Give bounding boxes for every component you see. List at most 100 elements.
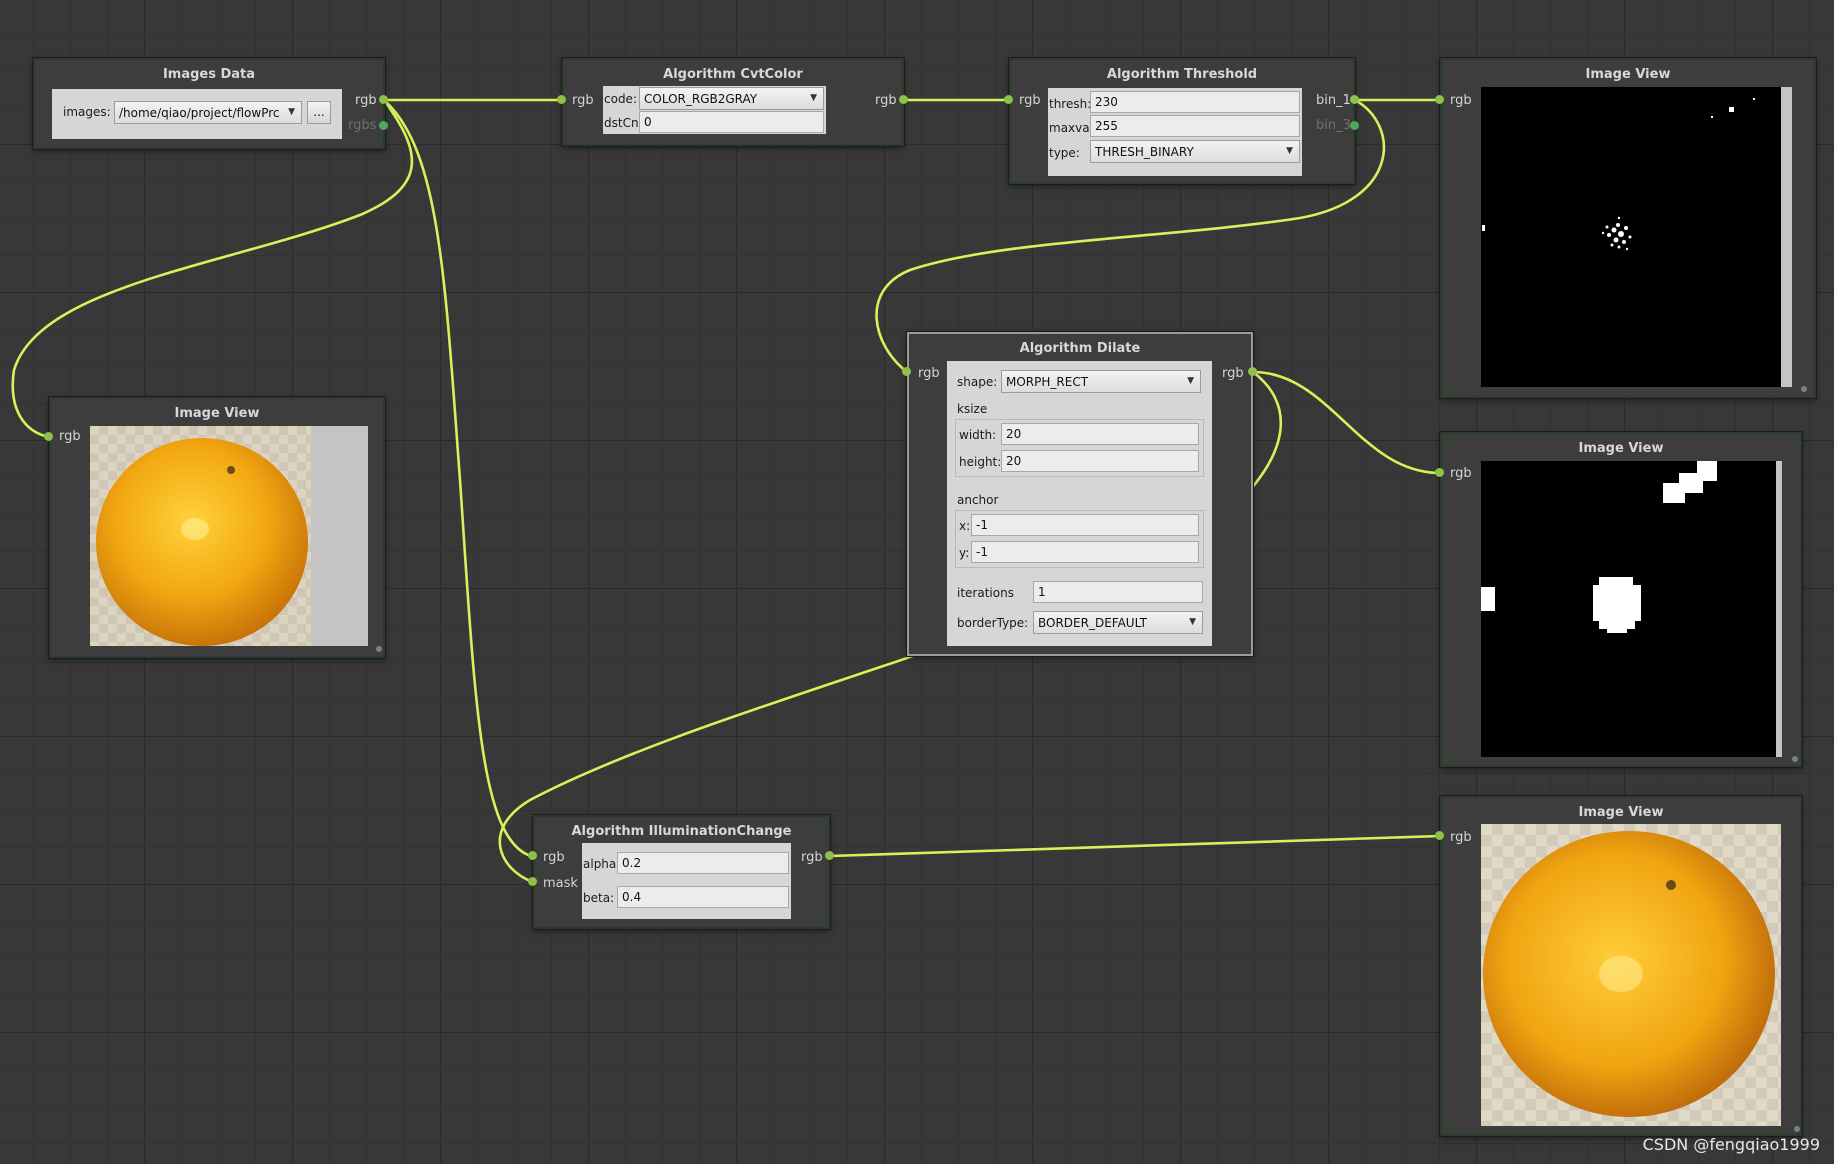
threshold-node[interactable]: Algorithm Threshold rgb bin_1 bin_3 thre… (1009, 58, 1355, 184)
image-view-node-left[interactable]: Image View rgb (49, 397, 385, 658)
image-view-left-rgb-input-port[interactable] (44, 432, 53, 441)
cvtcolor-rgb-input-port[interactable] (557, 95, 566, 104)
resize-grip-icon[interactable] (1794, 1126, 1800, 1132)
illumination-rgb-input-port[interactable] (528, 851, 537, 860)
dilate-result-image (1481, 461, 1717, 633)
node-title: Algorithm Dilate (1019, 341, 1141, 356)
code-label: code: (604, 92, 637, 106)
bordertype-combo[interactable]: BORDER_DEFAULT ▼ (1033, 611, 1203, 634)
width-label: width: (959, 428, 997, 442)
thresh-input[interactable]: 230 (1090, 91, 1300, 113)
port-label-rgb: rgb (355, 93, 377, 108)
dstcn-label: dstCn: (604, 116, 643, 130)
illumination-change-node[interactable]: Algorithm IlluminationChange rgb mask rg… (533, 815, 830, 929)
port-label-bin1: bin_1 (1316, 93, 1351, 108)
alpha-input[interactable]: 0.2 (617, 852, 789, 874)
wire-illumination-to-imageview-bottom[interactable] (828, 834, 1442, 858)
port-label-rgb-in: rgb (572, 93, 594, 108)
dilate-node[interactable]: Algorithm Dilate rgb rgb shape: MORPH_RE… (907, 332, 1253, 656)
anchor-group: x: -1 y: -1 (955, 510, 1204, 568)
maxval-input[interactable]: 255 (1090, 115, 1300, 137)
code-combo[interactable]: COLOR_RGB2GRAY ▼ (639, 87, 824, 110)
cvtcolor-node[interactable]: Algorithm CvtColor rgb rgb code: COLOR_R… (562, 58, 904, 146)
images-data-rgb-output-port[interactable] (379, 95, 388, 104)
images-data-node[interactable]: Images Data images: /home/qiao/project/f… (33, 58, 385, 149)
image-view-middle-rgb-input-port[interactable] (1435, 468, 1444, 477)
type-value: THRESH_BINARY (1095, 145, 1194, 159)
port-label-rgb-out: rgb (875, 93, 897, 108)
height-label: height: (959, 455, 1002, 469)
illumination-result-image (1481, 824, 1781, 1126)
beta-input[interactable]: 0.4 (617, 886, 789, 908)
dilate-rgb-output-port[interactable] (1248, 367, 1257, 376)
threshold-rgb-input-port[interactable] (1004, 95, 1013, 104)
binary-image-display (1481, 87, 1781, 387)
resize-grip-icon[interactable] (376, 646, 382, 652)
shape-combo[interactable]: MORPH_RECT ▼ (1001, 370, 1201, 393)
images-label: images: (63, 105, 111, 119)
wire-images-to-imageview-left[interactable] (11, 98, 414, 439)
type-combo[interactable]: THRESH_BINARY ▼ (1090, 140, 1300, 163)
node-title: Image View (1585, 67, 1671, 82)
resize-grip-icon[interactable] (1801, 386, 1807, 392)
vertical-scrollbar[interactable] (1776, 461, 1782, 757)
anchor-x-label: x: (959, 519, 971, 533)
alpha-label: alpha: (583, 857, 621, 871)
illumination-mask-input-port[interactable] (528, 877, 537, 886)
cvtcolor-rgb-output-port[interactable] (899, 95, 908, 104)
browse-button[interactable]: ... (307, 101, 331, 124)
width-input[interactable]: 20 (1001, 423, 1199, 445)
chevron-down-icon: ▼ (810, 93, 817, 103)
resize-grip-icon[interactable] (1792, 756, 1798, 762)
images-data-rgbs-output-port[interactable] (379, 121, 388, 130)
node-title: Image View (1578, 805, 1664, 820)
type-label: type: (1049, 146, 1080, 160)
port-label-rgb-out: rgb (801, 850, 823, 865)
cvtcolor-panel: code: COLOR_RGB2GRAY ▼ dstCn: 0 (603, 86, 826, 134)
vertical-scrollbar[interactable] (311, 426, 368, 646)
bordertype-label: borderType: (957, 616, 1029, 630)
wire-images-to-illumination-rgb[interactable] (382, 98, 533, 858)
vertical-scrollbar[interactable] (1781, 87, 1792, 387)
dilated-image-display (1481, 461, 1776, 757)
illumination-rgb-output-port[interactable] (825, 851, 834, 860)
image-view-node-top[interactable]: Image View rgb (1440, 58, 1816, 398)
port-label-rgb-in: rgb (59, 429, 81, 444)
port-label-rgb-in: rgb (1450, 93, 1472, 108)
anchor-y-input[interactable]: -1 (971, 541, 1199, 563)
threshold-bin1-output-port[interactable] (1350, 95, 1359, 104)
threshold-bin3-output-port[interactable] (1350, 121, 1359, 130)
anchor-x-input[interactable]: -1 (971, 514, 1199, 536)
node-title: Image View (174, 406, 260, 421)
port-label-rgb-out: rgb (1222, 366, 1244, 381)
node-title: Images Data (162, 67, 256, 82)
chevron-down-icon: ▼ (1187, 376, 1194, 386)
port-label-rgb-in: rgb (1450, 830, 1472, 845)
image-view-node-bottom[interactable]: Image View rgb (1440, 796, 1802, 1136)
image-view-top-rgb-input-port[interactable] (1435, 95, 1444, 104)
image-view-bottom-rgb-input-port[interactable] (1435, 831, 1444, 840)
anchor-y-label: y: (959, 546, 970, 560)
port-label-rgbs: rgbs (348, 118, 377, 133)
port-label-rgb-in: rgb (1019, 93, 1041, 108)
port-label-rgb-in: rgb (543, 850, 565, 865)
wire-dilate-to-imageview-mid[interactable] (1251, 370, 1442, 475)
height-input[interactable]: 20 (1001, 450, 1199, 472)
port-label-rgb-in: rgb (918, 366, 940, 381)
port-label-bin3: bin_3 (1316, 118, 1351, 133)
orange-image-display (90, 426, 311, 646)
dilate-rgb-input-port[interactable] (902, 367, 911, 376)
images-path-combo[interactable]: /home/qiao/project/flowPrc ▼ (114, 101, 302, 124)
images-panel: images: /home/qiao/project/flowPrc ▼ ... (52, 89, 342, 139)
beta-label: beta: (583, 891, 615, 905)
threshold-panel: thresh: 230 maxval: 255 type: THRESH_BIN… (1048, 88, 1302, 176)
ksize-label: ksize (957, 402, 988, 416)
port-label-mask-in: mask (543, 876, 578, 891)
shape-value: MORPH_RECT (1006, 375, 1089, 389)
orange-photo (90, 426, 311, 646)
dstcn-input[interactable]: 0 (639, 111, 824, 133)
chevron-down-icon: ▼ (288, 107, 295, 117)
image-view-node-middle[interactable]: Image View rgb (1440, 432, 1802, 767)
iterations-input[interactable]: 1 (1033, 581, 1203, 603)
ksize-group: width: 20 height: 20 (955, 419, 1204, 477)
